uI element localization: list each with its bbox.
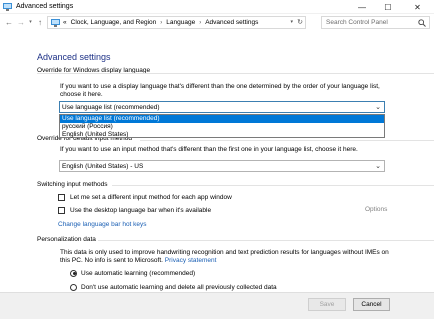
search-icon[interactable] (418, 19, 426, 27)
search-input[interactable]: Search Control Panel (321, 16, 430, 29)
section-divider (98, 240, 434, 241)
breadcrumb-clock-language-region[interactable]: Clock, Language, and Region (71, 19, 157, 26)
options-link[interactable]: Options (365, 206, 387, 213)
input-method-description: If you want to use an input method that'… (60, 146, 358, 153)
hot-keys-link[interactable]: Change language bar hot keys (58, 221, 147, 228)
desktop-language-bar-label[interactable]: Use the desktop language bar when it's a… (70, 207, 211, 214)
no-automatic-learning-radio-row[interactable]: Don't use automatic learning and delete … (70, 282, 277, 292)
input-method-select[interactable]: English (United States) - US ⌄ (59, 160, 385, 172)
forward-arrow-icon[interactable]: → (16, 16, 26, 28)
up-arrow-icon[interactable]: ↑ (35, 16, 45, 28)
address-dropdown-icon[interactable]: ▾ (290, 19, 293, 25)
window-title: Advanced settings (16, 3, 74, 10)
desktop-language-bar-checkbox[interactable] (58, 206, 65, 214)
breadcrumb-overflow[interactable]: « (63, 19, 67, 26)
display-language-select[interactable]: Use language list (recommended) ⌄ (59, 101, 385, 113)
section-divider (37, 73, 434, 74)
privacy-statement-link[interactable]: Privacy statement (165, 257, 217, 264)
title-bar: Advanced settings — ☐ ✕ (0, 0, 434, 14)
per-app-input-label[interactable]: Let me set a different input method for … (70, 194, 232, 201)
control-panel-icon (51, 18, 60, 27)
section-divider (140, 140, 434, 141)
address-bar[interactable]: « Clock, Language, and Region › Language… (47, 16, 306, 29)
chevron-down-icon: ⌄ (375, 104, 381, 111)
refresh-icon[interactable]: ↻ (297, 18, 303, 26)
display-language-dropdown-list[interactable]: Use language list (recommended) русский … (59, 114, 385, 138)
no-automatic-learning-radio[interactable] (70, 283, 77, 291)
recent-locations-icon[interactable]: ▾ (27, 16, 34, 28)
automatic-learning-label[interactable]: Use automatic learning (recommended) (81, 270, 195, 277)
back-arrow-icon[interactable]: ← (4, 16, 14, 28)
automatic-learning-radio[interactable] (70, 269, 77, 277)
display-language-description: If you want to use a display language th… (60, 83, 380, 98)
page-title: Advanced settings (37, 52, 111, 62)
breadcrumb-advanced-settings[interactable]: Advanced settings (205, 19, 258, 26)
personalization-description-text: This data is only used to improve handwr… (60, 249, 389, 264)
per-app-input-checkbox-row[interactable]: Let me set a different input method for … (58, 192, 232, 202)
personalization-description: This data is only used to improve handwr… (60, 249, 400, 265)
cancel-button[interactable]: Cancel (353, 298, 390, 311)
breadcrumb-separator-icon[interactable]: › (160, 20, 162, 26)
breadcrumb-language[interactable]: Language (166, 19, 195, 26)
switching-section-title: Switching input methods (37, 181, 108, 188)
control-panel-icon (3, 3, 12, 11)
desktop-language-bar-checkbox-row[interactable]: Use the desktop language bar when it's a… (58, 205, 211, 215)
search-placeholder: Search Control Panel (326, 19, 388, 26)
input-method-selected-value: English (United States) - US (62, 162, 144, 170)
dropdown-option-russian[interactable]: русский (Россия) (60, 123, 384, 131)
maximize-button[interactable]: ☐ (375, 0, 401, 14)
no-automatic-learning-label[interactable]: Don't use automatic learning and delete … (81, 284, 277, 291)
per-app-input-checkbox[interactable] (58, 193, 65, 201)
close-button[interactable]: ✕ (401, 0, 434, 14)
chevron-down-icon: ⌄ (375, 163, 381, 170)
automatic-learning-radio-row[interactable]: Use automatic learning (recommended) (70, 268, 195, 278)
navigation-bar: ← → ▾ ↑ « Clock, Language, and Region › … (0, 14, 434, 30)
minimize-button[interactable]: — (349, 0, 375, 14)
section-divider (112, 185, 434, 186)
save-button[interactable]: Save (308, 298, 346, 311)
display-language-selected-value: Use language list (recommended) (62, 103, 160, 111)
breadcrumb-separator-icon[interactable]: › (199, 20, 201, 26)
dropdown-option-language-list[interactable]: Use language list (recommended) (60, 115, 384, 123)
personalization-section-title: Personalization data (37, 236, 96, 243)
dropdown-option-english-us[interactable]: English (United States) (60, 131, 384, 139)
